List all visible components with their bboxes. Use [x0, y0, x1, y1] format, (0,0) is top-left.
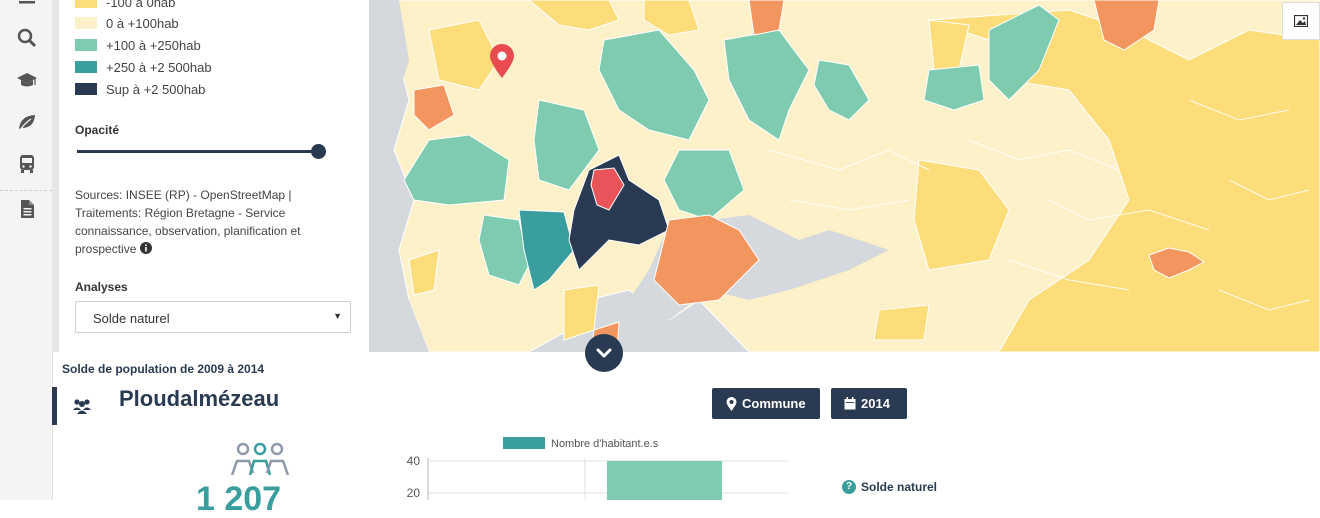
commune-name: Ploudalmézeau [119, 386, 280, 411]
legend-label: +250 à +2 500hab [106, 59, 212, 75]
rail-divider [0, 190, 52, 191]
legend-label: -100 à 0hab [106, 0, 176, 10]
population-icon [230, 442, 290, 476]
analyses-select[interactable]: Solde naturel ▼ [75, 301, 351, 333]
legend-item: +250 à +2 500hab [75, 59, 212, 75]
choropleth-map[interactable] [369, 0, 1320, 352]
section-title: Solde de population de 2009 à 2014 [62, 362, 265, 376]
map-canvas[interactable] [369, 0, 1320, 352]
population-bar-chart: Nombre d'habitant.e.s 40 20 [407, 437, 788, 500]
solde-naturel-link[interactable]: ? Solde naturel [842, 480, 937, 494]
legend-swatch [75, 83, 97, 95]
legend-swatch [503, 437, 545, 449]
users-icon [73, 399, 91, 414]
legend-swatch [75, 0, 97, 8]
map-image-button[interactable] [1282, 2, 1320, 40]
icon-rail [0, 0, 53, 500]
graduation-cap-icon[interactable] [16, 69, 38, 91]
legend-item: -100 à 0hab [75, 0, 175, 10]
population-figure: 1 207 [196, 480, 282, 518]
legend-swatch [75, 17, 97, 29]
calendar-icon [844, 397, 856, 410]
analyses-label: Analyses [75, 280, 128, 294]
leaf-icon[interactable] [16, 111, 38, 133]
legend-label: Sup à +2 500hab [106, 81, 206, 97]
opacity-label: Opacité [75, 123, 120, 137]
legend-swatch [75, 39, 97, 51]
legend-label: 0 à +100hab [106, 15, 179, 31]
legend-item: +100 à +250hab [75, 37, 201, 53]
legend-item: 0 à +100hab [75, 15, 179, 31]
y-tick-label: 20 [407, 486, 421, 500]
info-icon[interactable] [139, 242, 152, 254]
legend-label: Nombre d'habitant.e.s [551, 438, 659, 450]
collapse-map-button[interactable] [585, 334, 623, 372]
legend-item: Sup à +2 500hab [75, 81, 205, 97]
opacity-slider-track[interactable] [77, 150, 319, 153]
layer-panel: -100 à 0hab 0 à +100hab +100 à +250hab +… [59, 0, 369, 352]
section-accent-bar [52, 387, 57, 425]
question-icon: ? [842, 480, 856, 494]
search-icon[interactable] [16, 27, 38, 49]
caret-down-icon: ▼ [333, 311, 342, 321]
map-marker-icon [726, 396, 737, 411]
solde-naturel-label: Solde naturel [861, 480, 938, 494]
year-filter-label: 2014 [861, 396, 890, 411]
bus-icon[interactable] [16, 153, 38, 175]
y-tick-label: 40 [407, 454, 421, 468]
sources-label: Sources: INSEE (RP) - OpenStreetMap | Tr… [75, 188, 301, 256]
commune-filter-button[interactable]: Commune [712, 388, 820, 419]
document-icon[interactable] [16, 198, 38, 220]
sources-text: Sources: INSEE (RP) - OpenStreetMap | Tr… [75, 186, 345, 258]
year-filter-button[interactable]: 2014 [831, 388, 907, 419]
menu-icon[interactable] [16, 0, 38, 14]
chart-bar [607, 461, 722, 500]
legend-swatch [75, 61, 97, 73]
opacity-slider-thumb[interactable] [311, 144, 326, 159]
image-icon [1294, 15, 1308, 27]
legend-label: +100 à +250hab [106, 37, 201, 53]
commune-filter-label: Commune [742, 396, 806, 411]
chevron-down-icon [596, 348, 612, 358]
analyses-selected-value: Solde naturel [93, 311, 170, 326]
panel-edge [52, 0, 59, 352]
